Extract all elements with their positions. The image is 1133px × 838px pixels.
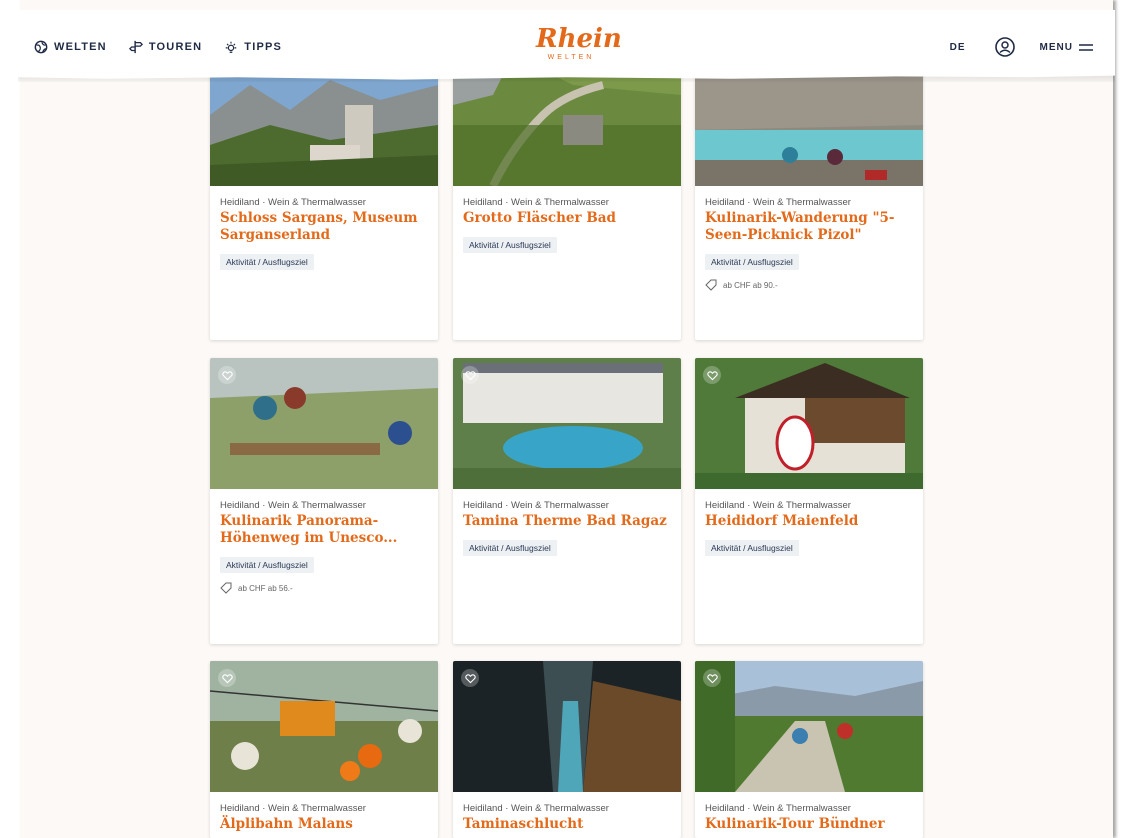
category-tag: Aktivität / Ausflugsziel — [463, 237, 557, 253]
heart-icon — [464, 673, 476, 683]
main-nav: WELTEN TOUREN TIPPS — [34, 40, 282, 54]
rhein-welten-logo[interactable]: Rhein WELTEN — [536, 24, 622, 61]
card-heididorf-maienfeld[interactable]: Heidiland · Wein & Thermalwasser Heidido… — [695, 358, 923, 644]
nav-tipps-label: TIPPS — [244, 41, 283, 53]
card-kulinarik-tour-buendner[interactable]: Heidiland · Wein & Thermalwasser Kulinar… — [695, 661, 923, 838]
category-tag: Aktivität / Ausflugsziel — [705, 540, 799, 556]
price-label: ab CHF ab 90.- — [723, 280, 778, 290]
price-label: ab CHF ab 56.- — [238, 583, 293, 593]
card-meta: Heidiland · Wein & Thermalwasser — [705, 803, 851, 814]
card-image — [453, 358, 681, 489]
card-title[interactable]: Kulinarik Panorama-Höhenweg im Unesco... — [220, 513, 428, 547]
price-tag-icon — [705, 279, 717, 291]
card-meta: Heidiland · Wein & Thermalwasser — [705, 500, 851, 511]
card-meta: Heidiland · Wein & Thermalwasser — [463, 197, 609, 208]
globe-icon — [34, 40, 48, 54]
card-title[interactable]: Älplibahn Malans — [220, 816, 428, 833]
heart-icon — [221, 370, 233, 380]
menu-label: MENU — [1039, 41, 1073, 53]
card-kulinarik-panorama-hoehenweg[interactable]: Heidiland · Wein & Thermalwasser Kulinar… — [210, 358, 438, 644]
favorite-button[interactable] — [218, 366, 236, 384]
heart-icon — [221, 673, 233, 683]
card-tamina-therme[interactable]: Heidiland · Wein & Thermalwasser Tamina … — [453, 358, 681, 644]
card-meta: Heidiland · Wein & Thermalwasser — [220, 803, 366, 814]
card-title[interactable]: Schloss Sargans, Museum Sarganserland — [220, 210, 428, 244]
card-meta: Heidiland · Wein & Thermalwasser — [463, 500, 609, 511]
card-kulinarik-wanderung-pizol[interactable]: Heidiland · Wein & Thermalwasser Kulinar… — [695, 55, 923, 340]
header-actions: DE MENU — [950, 36, 1093, 58]
card-title[interactable]: Heididorf Maienfeld — [705, 513, 913, 530]
menu-button[interactable]: MENU — [1040, 42, 1093, 53]
nav-tipps[interactable]: TIPPS — [224, 40, 282, 54]
card-title[interactable]: Tamina Therme Bad Ragaz — [463, 513, 671, 530]
card-image — [695, 661, 923, 792]
category-tag: Aktivität / Ausflugsziel — [705, 254, 799, 270]
card-title[interactable]: Kulinarik-Wanderung "5-Seen-Picknick Piz… — [705, 210, 913, 244]
card-title[interactable]: Taminaschlucht — [463, 816, 671, 833]
card-image — [210, 358, 438, 489]
user-account-icon[interactable] — [994, 36, 1016, 58]
price-tag-icon — [220, 582, 232, 594]
logo-subline: WELTEN — [547, 54, 595, 61]
price-info: ab CHF ab 90.- — [705, 279, 913, 291]
card-image — [210, 661, 438, 792]
favorite-button[interactable] — [218, 669, 236, 687]
card-title[interactable]: Grotto Fläscher Bad — [463, 210, 671, 227]
heart-icon — [706, 370, 718, 380]
sun-icon — [226, 41, 237, 53]
card-grotto-flaescher-bad[interactable]: Heidiland · Wein & Thermalwasser Grotto … — [453, 55, 681, 340]
logo-wordmark: Rhein — [536, 24, 622, 54]
card-schloss-sargans[interactable]: Heidiland · Wein & Thermalwasser Schloss… — [210, 55, 438, 340]
card-meta: Heidiland · Wein & Thermalwasser — [463, 803, 609, 814]
nav-touren[interactable]: TOUREN — [128, 40, 203, 54]
category-tag: Aktivität / Ausflugsziel — [220, 557, 314, 573]
language-switch[interactable]: DE — [950, 42, 966, 53]
heart-icon — [464, 370, 476, 380]
nav-touren-label: TOUREN — [148, 41, 203, 53]
card-meta: Heidiland · Wein & Thermalwasser — [220, 500, 366, 511]
card-taminaschlucht[interactable]: Heidiland · Wein & Thermalwasser Taminas… — [453, 661, 681, 838]
category-tag: Aktivität / Ausflugsziel — [220, 254, 314, 270]
price-info: ab CHF ab 56.- — [220, 582, 428, 594]
heart-icon — [706, 673, 718, 683]
signpost-icon — [128, 40, 143, 54]
favorite-button[interactable] — [461, 669, 479, 687]
card-meta: Heidiland · Wein & Thermalwasser — [220, 197, 366, 208]
category-tag: Aktivität / Ausflugsziel — [463, 540, 557, 556]
favorite-button[interactable] — [461, 366, 479, 384]
favorite-button[interactable] — [703, 366, 721, 384]
favorite-button[interactable] — [703, 669, 721, 687]
card-title[interactable]: Kulinarik-Tour Bündner — [705, 816, 913, 833]
nav-welten-label: WELTEN — [54, 41, 107, 53]
hamburger-icon — [1079, 44, 1093, 51]
card-aelplibahn-malans[interactable]: Heidiland · Wein & Thermalwasser Älpliba… — [210, 661, 438, 838]
card-meta: Heidiland · Wein & Thermalwasser — [705, 197, 851, 208]
nav-welten[interactable]: WELTEN — [34, 40, 107, 54]
card-image — [695, 358, 923, 489]
card-image — [453, 661, 681, 792]
